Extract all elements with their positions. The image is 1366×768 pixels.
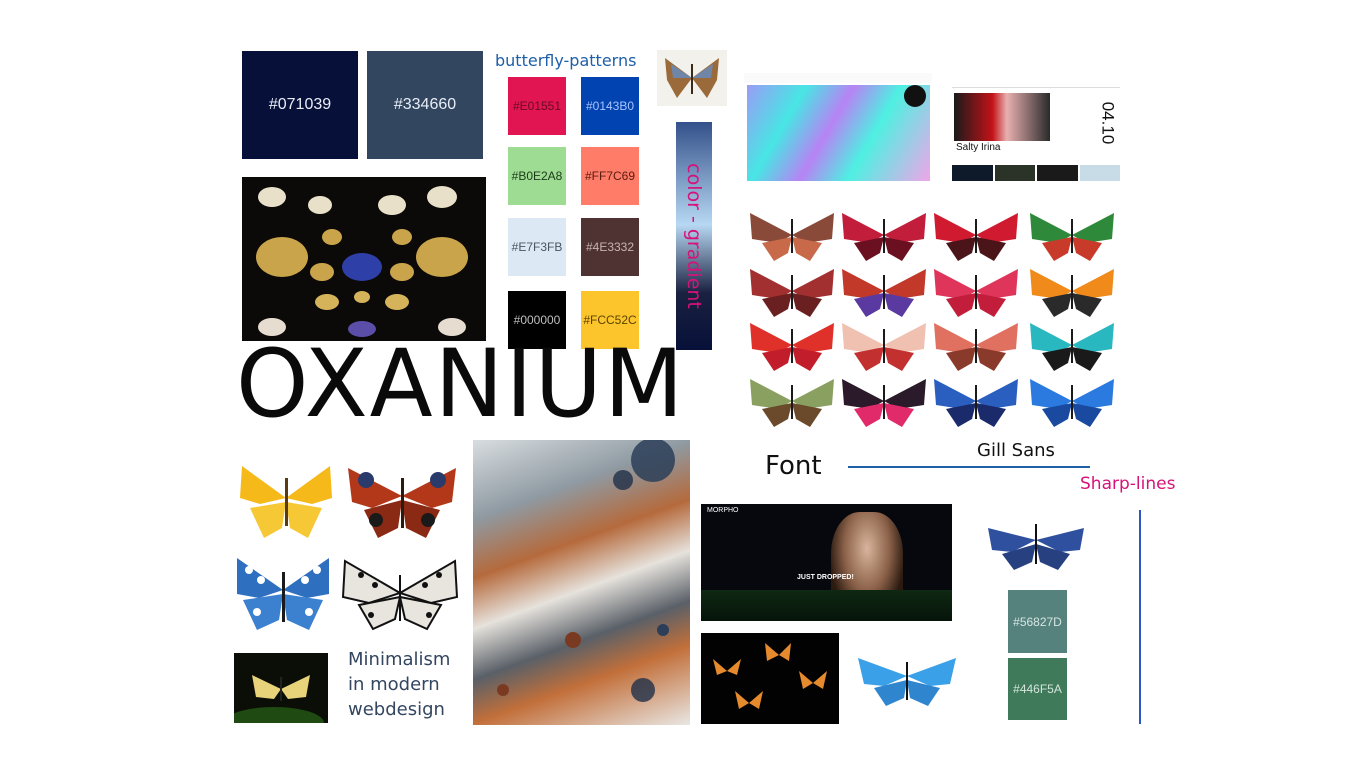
grid-butterfly bbox=[842, 213, 926, 261]
gradient-label: color - gradient bbox=[683, 163, 705, 309]
grid-butterfly bbox=[842, 379, 926, 427]
swatch-56827d: #56827D bbox=[1008, 590, 1067, 653]
music-artist: Salty Irina bbox=[956, 142, 1001, 153]
moth-photo bbox=[657, 50, 727, 106]
swatch-e7f3fb: #E7F3FB bbox=[508, 218, 566, 276]
minimalism-line-3: webdesign bbox=[348, 699, 445, 720]
sharp-lines-label: Sharp-lines bbox=[1080, 474, 1176, 494]
grid-butterfly bbox=[842, 323, 926, 371]
swatch-ff7c69: #FF7C69 bbox=[581, 147, 639, 205]
grid-butterfly bbox=[1030, 269, 1114, 317]
swatch-b0e2a8: #B0E2A8 bbox=[508, 147, 566, 205]
grid-butterfly bbox=[1030, 379, 1114, 427]
swatch-4e3332: #4E3332 bbox=[581, 218, 639, 276]
black-white-butterfly bbox=[341, 557, 459, 631]
grid-butterfly bbox=[934, 323, 1018, 371]
swatch-ff7c69-label: #FF7C69 bbox=[584, 169, 636, 183]
swatch-e01551: #E01551 bbox=[508, 77, 566, 135]
minimalism-line-1: Minimalism bbox=[348, 649, 451, 670]
font-name: Gill Sans bbox=[977, 440, 1055, 461]
grid-butterfly bbox=[934, 379, 1018, 427]
orange-butterflies-photo bbox=[701, 633, 839, 724]
fluid-art-photo bbox=[473, 440, 690, 725]
peacock-butterfly bbox=[344, 458, 460, 542]
grid-butterfly bbox=[934, 269, 1018, 317]
morpho-banner: JUST DROPPED! bbox=[797, 574, 854, 581]
grid-butterfly bbox=[750, 213, 834, 261]
swatch-4e3332-label: #4E3332 bbox=[585, 240, 635, 254]
grid-butterfly bbox=[934, 213, 1018, 261]
swatch-navy-label: #071039 bbox=[268, 96, 332, 113]
butterfly-collection-photo bbox=[242, 177, 486, 341]
patterns-title: butterfly-patterns bbox=[495, 51, 637, 70]
morpho-brand: MORPHO bbox=[707, 507, 739, 514]
web-mockup-morpho: MORPHO JUST DROPPED! bbox=[701, 504, 952, 621]
swatch-navy: #071039 bbox=[242, 51, 358, 159]
blue-morpho-butterfly-small bbox=[854, 650, 960, 708]
swatch-slate: #334660 bbox=[367, 51, 483, 159]
swatch-56827d-label: #56827D bbox=[1013, 614, 1062, 629]
grid-butterfly bbox=[750, 269, 834, 317]
music-date: 04.10 bbox=[1098, 101, 1118, 145]
swatch-446f5a-label: #446F5A bbox=[1013, 682, 1062, 696]
grid-butterfly bbox=[750, 323, 834, 371]
grid-butterfly bbox=[842, 269, 926, 317]
yellow-butterfly bbox=[236, 458, 336, 542]
swatch-slate-label: #334660 bbox=[393, 96, 457, 113]
grid-butterfly bbox=[750, 379, 834, 427]
grid-butterfly bbox=[1030, 323, 1114, 371]
web-mockup-music: Salty Irina 04.10 bbox=[952, 73, 1120, 181]
swatch-e01551-label: #E01551 bbox=[512, 99, 562, 113]
web-mockup-fluid bbox=[744, 73, 932, 183]
swatch-000000-label: #000000 bbox=[513, 313, 561, 327]
swatch-e7f3fb-label: #E7F3FB bbox=[511, 240, 563, 254]
swatch-fcc52c-label: #FCC52C bbox=[583, 313, 637, 327]
font-label: Font bbox=[765, 451, 822, 481]
sharp-line-vertical bbox=[1139, 510, 1141, 724]
font-line bbox=[848, 466, 1090, 468]
swatch-b0e2a8-label: #B0E2A8 bbox=[511, 169, 563, 183]
headline-oxanium: OXANIUM bbox=[236, 330, 686, 439]
blue-morpho-butterfly-large bbox=[984, 516, 1088, 572]
swatch-0143b0: #0143B0 bbox=[581, 77, 639, 135]
swallowtail-photo bbox=[234, 653, 328, 723]
minimalism-text: Minimalism in modern webdesign bbox=[348, 647, 450, 722]
blue-patterned-butterfly bbox=[233, 554, 333, 634]
swatch-446f5a: #446F5A bbox=[1008, 658, 1067, 720]
butterfly-grid bbox=[744, 205, 1124, 435]
swatch-0143b0-label: #0143B0 bbox=[585, 99, 635, 113]
grid-butterfly bbox=[1030, 213, 1114, 261]
minimalism-line-2: in modern bbox=[348, 674, 440, 695]
